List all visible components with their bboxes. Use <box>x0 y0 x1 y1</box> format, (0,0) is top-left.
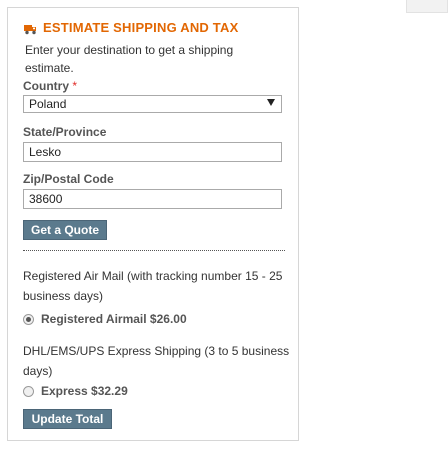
zip-input[interactable]: 38600 <box>23 189 282 209</box>
country-label-text: Country <box>23 79 69 93</box>
state-input[interactable]: Lesko <box>23 142 282 162</box>
corner-tab <box>406 0 448 13</box>
radio-button-selected[interactable] <box>23 313 34 325</box>
panel-header: Estimate Shipping and Tax <box>24 20 238 35</box>
get-quote-button[interactable]: Get a Quote <box>23 220 107 240</box>
chevron-down-icon <box>267 99 275 106</box>
panel-title: Estimate Shipping and Tax <box>43 20 239 35</box>
shipping-option-label: Registered Airmail $26.00 <box>41 312 187 326</box>
divider <box>23 250 285 251</box>
shipping-method-title: Registered Air Mail (with tracking numbe… <box>23 269 283 303</box>
shipping-option-airmail[interactable]: Registered Airmail $26.00 <box>23 312 187 326</box>
shipping-option-label: Express $32.29 <box>41 384 128 398</box>
shipping-option-express[interactable]: Express $32.29 <box>23 384 128 398</box>
country-select-value: Poland <box>29 97 67 111</box>
update-total-button[interactable]: Update Total <box>23 409 112 429</box>
country-select[interactable]: Poland <box>23 95 282 113</box>
country-label: Country * <box>23 79 77 93</box>
zip-label: Zip/Postal Code <box>23 172 114 186</box>
zip-input-value: 38600 <box>29 192 63 206</box>
required-mark: * <box>72 79 78 93</box>
state-label: State/Province <box>23 125 107 139</box>
shipping-method-title: DHL/EMS/UPS Express Shipping (3 to 5 bus… <box>23 344 290 378</box>
truck-icon <box>24 22 38 34</box>
intro-text: Enter your destination to get a shipping… <box>25 43 234 75</box>
radio-button[interactable] <box>23 385 34 397</box>
state-input-value: Lesko <box>29 145 62 159</box>
